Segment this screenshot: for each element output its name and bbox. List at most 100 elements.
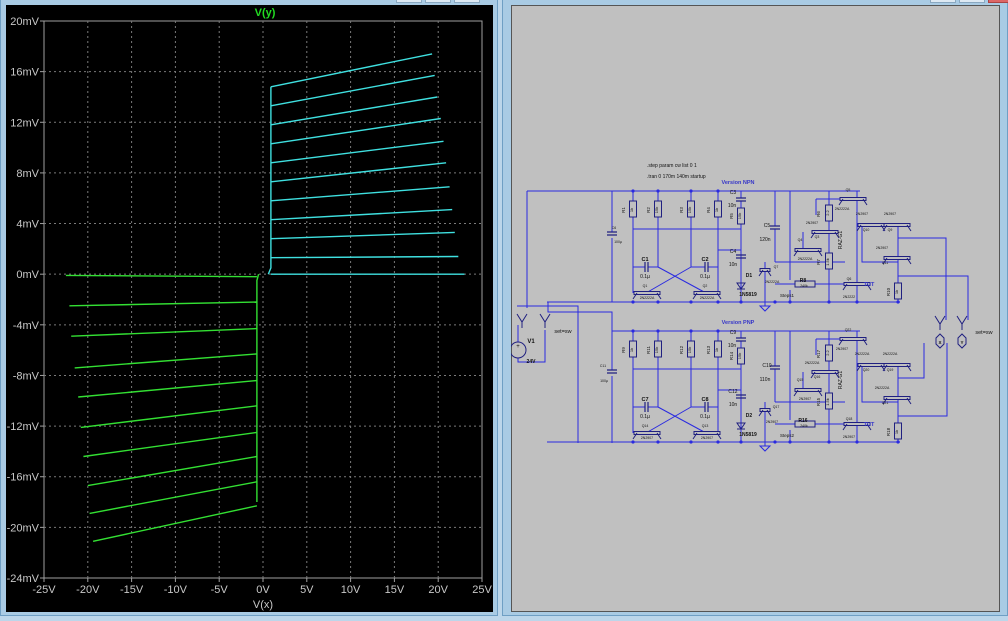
x-axis-label[interactable]: V(x) <box>253 599 273 611</box>
schematic-label-pnp: Version PNP <box>722 320 755 326</box>
schematic-label-npn: 1k <box>894 290 899 294</box>
transistor-symbol <box>883 223 911 227</box>
switch-param: set=sw <box>554 329 571 335</box>
wire-junction <box>896 440 900 444</box>
maximize-button[interactable] <box>425 0 451 3</box>
schematic-label-pnp: Q21 <box>882 401 889 405</box>
y-tick-label: 20mV <box>10 16 39 28</box>
maximize-button[interactable] <box>959 0 985 3</box>
schematic-label-npn: R4 <box>706 207 711 213</box>
schematic-label-npn: 2.2 <box>825 209 830 215</box>
wire-junction <box>656 189 660 193</box>
y-tick-label: 4mV <box>16 219 39 231</box>
capacitor-symbol <box>770 225 780 230</box>
schematic-label-pnp: 1k <box>894 430 899 434</box>
capacitor-symbol <box>607 369 617 374</box>
schematic-label-npn: 15k <box>654 207 659 213</box>
wire-junction <box>656 440 660 444</box>
transistor-symbol <box>839 337 867 341</box>
close-button[interactable] <box>454 0 480 3</box>
plot-frame <box>43 20 483 579</box>
trace-line <box>74 353 257 369</box>
wire <box>861 365 899 442</box>
schematic-label-npn: 120n <box>759 237 770 243</box>
capacitor-symbol <box>644 262 649 272</box>
schematic-label-pnp: 10n <box>729 402 738 408</box>
y-tick-label: -16mV <box>7 472 40 484</box>
transistor-symbol <box>759 268 771 272</box>
transistor-symbol <box>883 363 911 367</box>
schematic-label-pnp: 2N2222A <box>875 386 890 390</box>
switch-param: set=sw <box>975 330 992 336</box>
wire-junction <box>716 300 720 304</box>
wire-junction <box>788 440 792 444</box>
schematic-label-npn: 1k <box>714 208 719 212</box>
v1-value: 24V <box>527 359 537 365</box>
schematic-label-pnp: C7 <box>641 397 648 403</box>
schematic-label-pnp: Q22 <box>845 328 852 332</box>
schematic-canvas[interactable]: Version NPN R1 1k R2 15k R3 15k R4 1k C3 10n R5 15k C… <box>511 5 1000 612</box>
switch-wire <box>517 305 579 443</box>
transistor-symbol <box>883 396 911 400</box>
trace-line <box>69 301 257 307</box>
c6-value: 100µ <box>614 240 622 244</box>
schematic-label-pnp: R18 <box>886 427 891 436</box>
schematic-label-npn: C5 <box>764 223 771 229</box>
schematic-label-pnp: 2.2 <box>825 349 830 355</box>
schematic-label-npn: 2N2222 <box>843 295 855 299</box>
spice-directive: .step param cw list 0 1 <box>647 163 697 169</box>
wire-junction <box>773 300 777 304</box>
wire-junction <box>855 300 859 304</box>
schematic-label-npn: R3 <box>679 207 684 213</box>
net-label-y: Y <box>960 340 963 345</box>
chart-title[interactable]: V(y) <box>255 7 276 19</box>
switch-symbol <box>956 315 968 330</box>
schematic-label-pnp: 0.1µ <box>700 414 710 420</box>
schematic-label-npn: D1 <box>746 273 753 279</box>
trace-line <box>89 481 258 515</box>
v1-positive-wire <box>526 190 612 308</box>
wire-junction <box>773 440 777 444</box>
wire-junction <box>689 329 693 333</box>
trace-line <box>80 405 257 429</box>
schematic-label-npn: Q1 <box>643 284 648 288</box>
trace-line <box>270 231 455 240</box>
switch-symbol <box>539 313 551 328</box>
transistor-symbol <box>633 291 661 295</box>
schematic-label-pnp: Q18 <box>846 417 853 421</box>
v1-name: V1 <box>527 339 535 345</box>
wire-junction <box>631 440 635 444</box>
wire-junction <box>656 300 660 304</box>
schematic-label-npn: 10n <box>728 203 737 209</box>
trace-line <box>256 274 260 502</box>
x-tick-label: -10V <box>164 584 188 596</box>
minimize-button[interactable] <box>396 0 422 3</box>
schematic-label-npn: 2N2222A <box>765 280 780 284</box>
trace-line <box>270 162 447 183</box>
schematic-label-pnp: R15 <box>816 397 821 406</box>
close-button[interactable] <box>988 0 1008 3</box>
schematic-label-npn: R6 <box>816 211 821 217</box>
schematic-label-npn: 15k <box>737 213 742 219</box>
schematic-label-pnp: Q17 <box>773 405 780 409</box>
schematic-label-npn: 10n <box>729 262 738 268</box>
waveform-plot-pane[interactable]: V(y) V(x) -25V -20V -15V -10V -5V 0V 5V 10V 15V 2… <box>6 5 493 612</box>
y-tick-label: 8mV <box>16 168 39 180</box>
schematic-label-npn: RAZ-G1 <box>838 231 844 250</box>
wire-junction <box>739 300 743 304</box>
schematic-label-pnp: R13 <box>706 345 711 354</box>
schematic-drawing[interactable]: Version NPNR1 1k R2 15k R3 15k R4 1kC310nR5 15kC… <box>511 5 1000 612</box>
transistor-symbol <box>794 248 822 252</box>
xy-plot[interactable]: V(y) V(x) -25V -20V -15V -10V -5V 0V 5V 10V 15V 2… <box>6 5 493 612</box>
trace-line <box>71 327 257 337</box>
schematic-label-npn: C4 <box>730 249 737 255</box>
schematic-label-npn: Q9 <box>888 228 893 232</box>
transistor-symbol <box>857 223 885 227</box>
schematic-label-pnp: C12 <box>728 389 737 395</box>
minimize-button[interactable] <box>930 0 956 3</box>
schematic-label-npn: Q6 <box>847 277 852 281</box>
schematic-label-npn: 0.1µ <box>700 274 710 280</box>
schematic-label-npn: R10 <box>886 287 891 296</box>
x-tick-label: -15V <box>120 584 144 596</box>
schematic-label-npn: 2N2222A <box>640 296 655 300</box>
